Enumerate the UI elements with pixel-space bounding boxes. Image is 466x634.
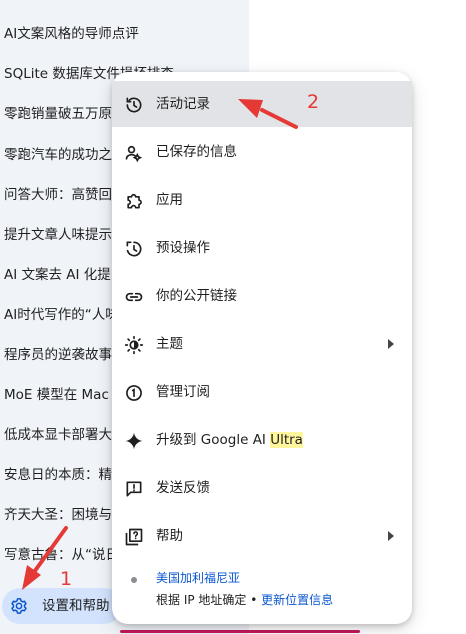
annotation-label-2: 2	[307, 91, 320, 113]
annotation-arrows	[22, 99, 298, 590]
annotation-label-1: 1	[60, 568, 73, 590]
annotation-arrow-2	[238, 99, 298, 129]
